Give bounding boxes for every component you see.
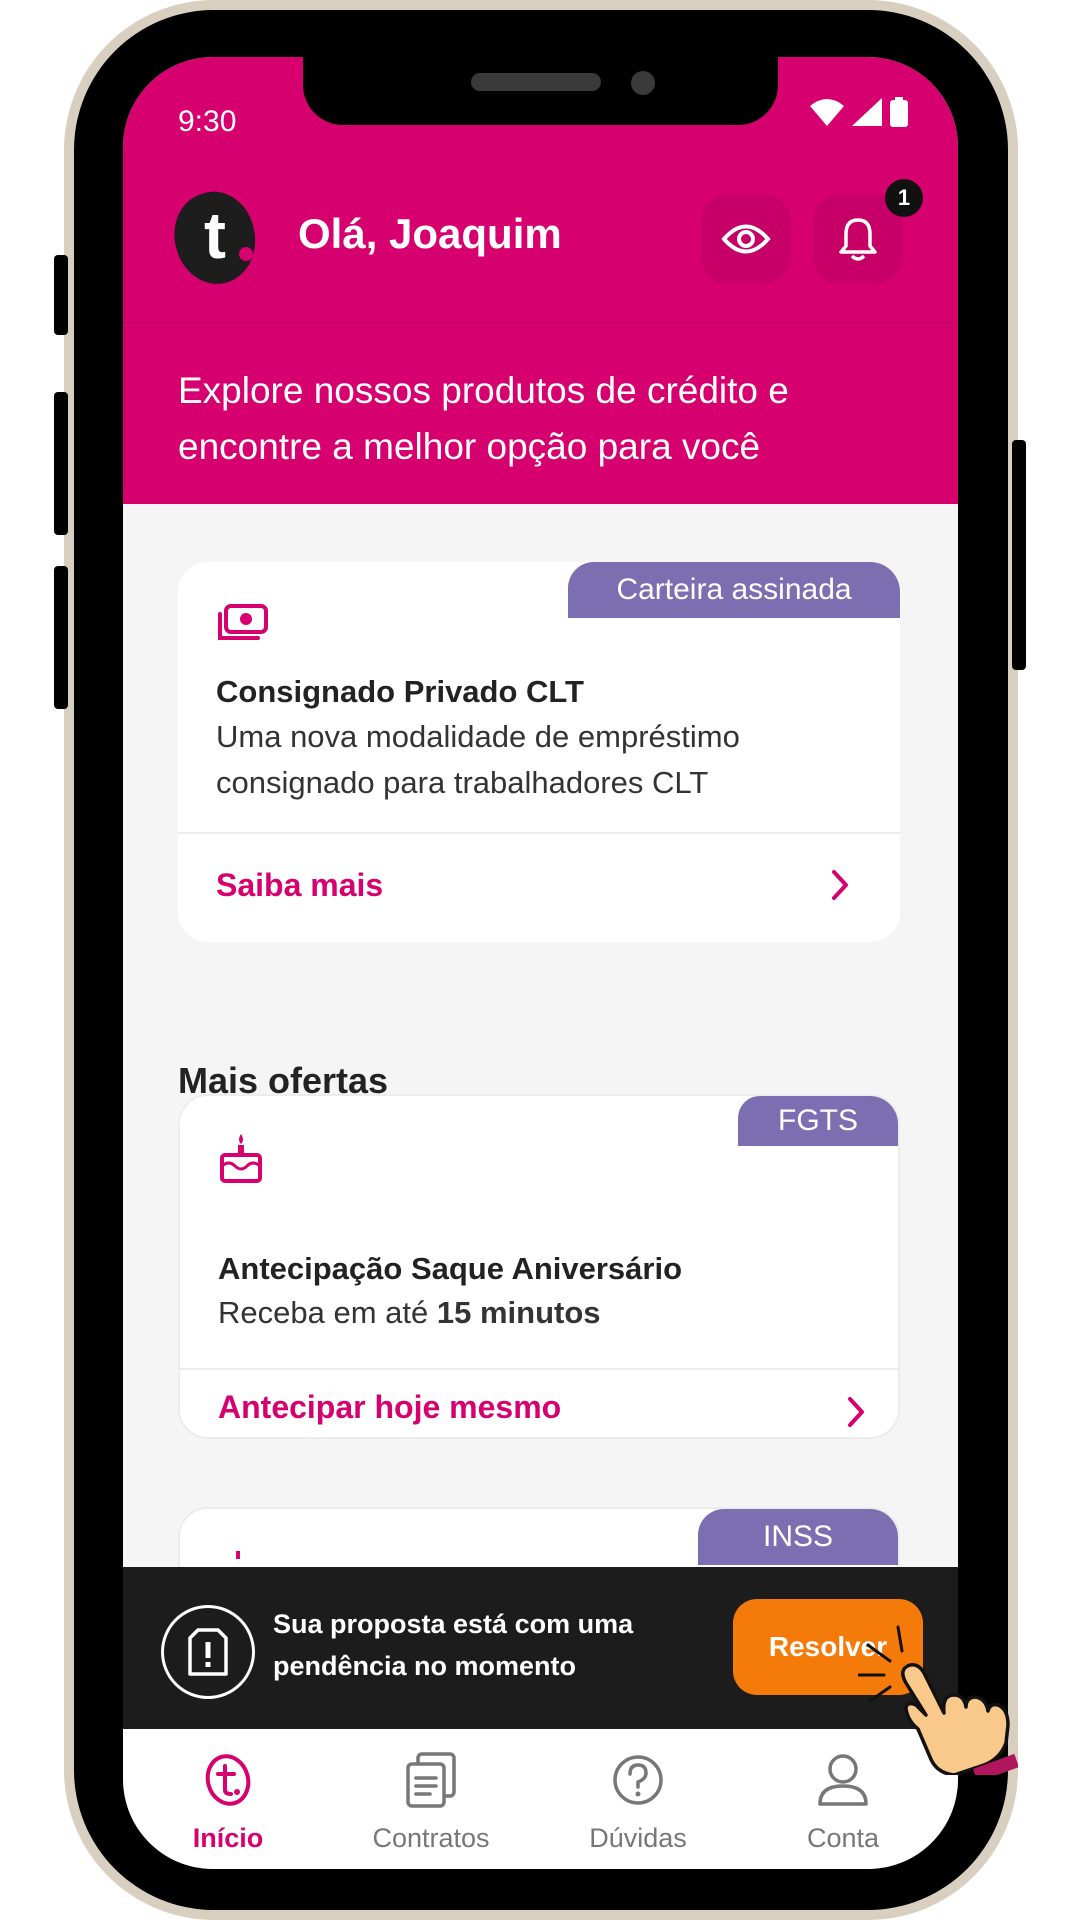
app-screen: 9:30 t Olá, Joaquim 1 Explore nossos pro… — [123, 57, 958, 1869]
greeting: Olá, Joaquim — [298, 210, 562, 257]
fgts-card[interactable]: FGTS Antecipação Saque Aniversário Receb… — [178, 1094, 900, 1439]
app-logo-dot — [239, 247, 253, 261]
card-tag: Carteira assinada — [568, 562, 900, 618]
birthday-cake-icon — [220, 1134, 262, 1183]
card-description: Uma nova modalidade de empréstimo consig… — [216, 719, 740, 800]
mute-switch — [54, 255, 68, 335]
chevron-right-icon — [848, 1397, 864, 1427]
description-prefix: Receba em até — [218, 1295, 437, 1330]
card-divider — [178, 832, 900, 834]
card-tag: FGTS — [738, 1096, 898, 1146]
speaker — [471, 73, 601, 91]
nav-label: Conta — [806, 1823, 880, 1853]
document-alert-icon — [161, 1605, 255, 1699]
card-description: Receba em até 15 minutos — [218, 1290, 858, 1336]
bell-icon — [839, 218, 877, 261]
card-title: Consignado Privado CLT — [216, 674, 584, 709]
pointer-hand-icon — [858, 1625, 1018, 1775]
pending-banner: Sua proposta está com uma pendência no m… — [123, 1567, 958, 1729]
help-icon — [613, 1755, 663, 1805]
front-camera — [631, 71, 655, 95]
card-tag: INSS — [698, 1509, 898, 1565]
nav-label: Início — [192, 1823, 264, 1853]
card-title: Antecipação Saque Aniversário — [218, 1251, 683, 1286]
money-icon — [218, 604, 268, 640]
bottom-navigation: Início Contratos Dúvidas Conta — [123, 1729, 958, 1869]
toggle-visibility-button[interactable] — [701, 194, 791, 284]
app-logo-letter: t — [204, 198, 226, 272]
eye-icon — [721, 224, 771, 254]
chevron-right-icon — [832, 870, 848, 900]
card-divider — [180, 1368, 898, 1370]
pending-message: Sua proposta está com uma pendência no m… — [273, 1609, 634, 1681]
home-t-icon — [205, 1754, 251, 1806]
status-icons — [810, 97, 908, 127]
wifi-icon — [810, 99, 844, 126]
nav-item-contratos[interactable]: Contratos — [341, 1747, 521, 1854]
header-divider — [123, 322, 958, 324]
nav-item-inicio[interactable]: Início — [138, 1747, 318, 1854]
battery-icon — [890, 97, 908, 127]
consignado-card[interactable]: Carteira assinada Consignado Privado CLT… — [178, 562, 900, 942]
power-button — [1012, 440, 1026, 670]
volume-up-button — [54, 392, 68, 535]
header-tagline: Explore nossos produtos de crédito e enc… — [178, 370, 789, 467]
notification-badge: 1 — [885, 179, 923, 217]
nav-item-duvidas[interactable]: Dúvidas — [548, 1747, 728, 1854]
contracts-icon — [406, 1752, 456, 1808]
nav-label: Dúvidas — [589, 1823, 687, 1853]
phone-notch — [303, 57, 778, 125]
signal-icon — [852, 98, 882, 126]
nav-label: Contratos — [372, 1823, 490, 1853]
description-highlight: 15 minutos — [436, 1295, 601, 1330]
volume-down-button — [54, 566, 68, 709]
saiba-mais-link[interactable]: Saiba mais — [216, 867, 383, 904]
antecipar-link[interactable]: Antecipar hoje mesmo — [218, 1389, 561, 1426]
status-time: 9:30 — [178, 105, 237, 138]
